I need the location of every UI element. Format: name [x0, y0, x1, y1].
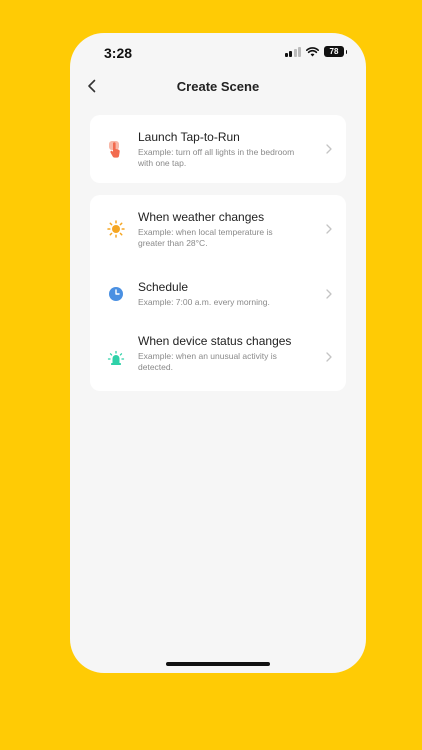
- chevron-right-icon: [324, 143, 334, 155]
- status-bar: 3:28 78: [70, 33, 366, 73]
- item-description: Example: turn off all lights in the bedr…: [138, 147, 295, 168]
- list-item-launch-tap-to-run[interactable]: Launch Tap-to-Run Example: turn off all …: [90, 115, 346, 183]
- tap-hand-icon: [106, 139, 126, 159]
- item-title: When device status changes: [138, 334, 292, 348]
- chevron-right-icon: [324, 351, 334, 363]
- device-alarm-icon: [106, 349, 126, 369]
- home-indicator[interactable]: [166, 662, 270, 666]
- status-time: 3:28: [104, 45, 133, 61]
- list-item-device-status-changes[interactable]: When device status changes Example: when…: [90, 323, 346, 391]
- sun-icon: [106, 219, 126, 239]
- item-title: When weather changes: [138, 210, 265, 224]
- clock-icon: [106, 284, 126, 304]
- signal-icon: [284, 46, 301, 57]
- item-description: Example: when an unusual activity is det…: [138, 351, 277, 372]
- status-icons: 78: [284, 46, 347, 57]
- tap-to-run-card: Launch Tap-to-Run Example: turn off all …: [90, 115, 346, 183]
- chevron-right-icon: [324, 223, 334, 235]
- navigation-bar: Create Scene: [70, 73, 366, 99]
- chevron-right-icon: [324, 288, 334, 300]
- battery-icon: 78: [324, 46, 347, 57]
- item-title: Schedule: [138, 280, 189, 294]
- list-item-schedule[interactable]: Schedule Example: 7:00 a.m. every mornin…: [90, 263, 346, 323]
- wifi-icon: [306, 46, 319, 56]
- page-title: Create Scene: [176, 79, 260, 94]
- phone-screen: 3:28 78 Create Scene Launch Tap-to-Run E…: [70, 33, 366, 673]
- automation-card: When weather changes Example: when local…: [90, 195, 346, 391]
- battery-level: 78: [329, 47, 339, 56]
- list-item-weather-changes[interactable]: When weather changes Example: when local…: [90, 195, 346, 263]
- item-description: Example: when local temperature is great…: [138, 227, 273, 248]
- item-title: Launch Tap-to-Run: [138, 130, 240, 144]
- item-description: Example: 7:00 a.m. every morning.: [138, 297, 270, 307]
